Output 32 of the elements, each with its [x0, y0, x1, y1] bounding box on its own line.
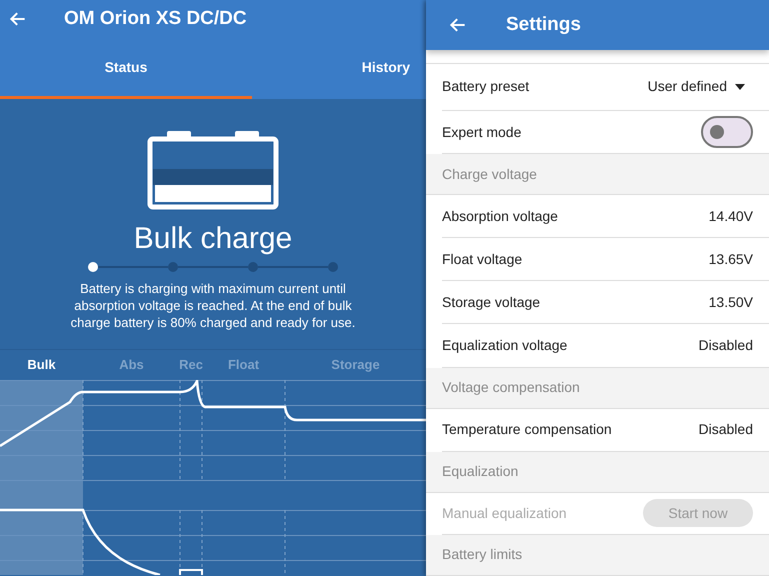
settings-title: Settings — [506, 12, 581, 37]
tab[interactable]: Status — [0, 38, 252, 99]
setting-value: Disabled — [698, 336, 753, 355]
setting-label: Absorption voltage — [442, 206, 558, 226]
phase-label: Rec — [179, 356, 203, 374]
battery-icon — [147, 130, 279, 210]
device-title: OM Orion XS DC/DC — [64, 6, 247, 31]
phase-label: Storage — [331, 356, 380, 374]
setting-value: 13.50V — [708, 292, 753, 312]
setting-label: Battery preset — [442, 77, 530, 96]
phase-label: Abs — [119, 356, 144, 374]
preset-dropdown[interactable]: User defined — [648, 76, 753, 98]
setting-label: Expert mode — [442, 122, 522, 142]
setting-label: Manual equalization — [442, 504, 567, 523]
setting-label: Storage voltage — [442, 292, 540, 312]
setting-value: 13.65V — [708, 250, 753, 269]
section-header: Equalization — [426, 452, 769, 493]
setting-value: Disabled — [698, 420, 753, 440]
charge-state-title: Bulk charge — [134, 224, 292, 254]
caret-icon — [735, 84, 745, 90]
charge-description: Battery is charging with maximum current until absorption voltage is reached. At the end of bulk charge battery is 80% charged and ready for use. — [70, 280, 356, 331]
tab[interactable]: History — [252, 38, 426, 99]
setting-label: Float voltage — [442, 250, 522, 269]
setting-label: Equalization voltage — [442, 336, 568, 355]
phase-label: Bulk — [27, 356, 56, 374]
toggle-switch[interactable] — [701, 116, 753, 148]
section-header: Charge voltage — [426, 154, 769, 196]
section-header: Voltage compensation — [426, 368, 769, 409]
setting-label: Temperature compensation — [442, 420, 612, 440]
section-header: Battery limits — [426, 534, 769, 576]
setting-value: 14.40V — [708, 206, 753, 226]
phase-label: Float — [228, 356, 260, 374]
